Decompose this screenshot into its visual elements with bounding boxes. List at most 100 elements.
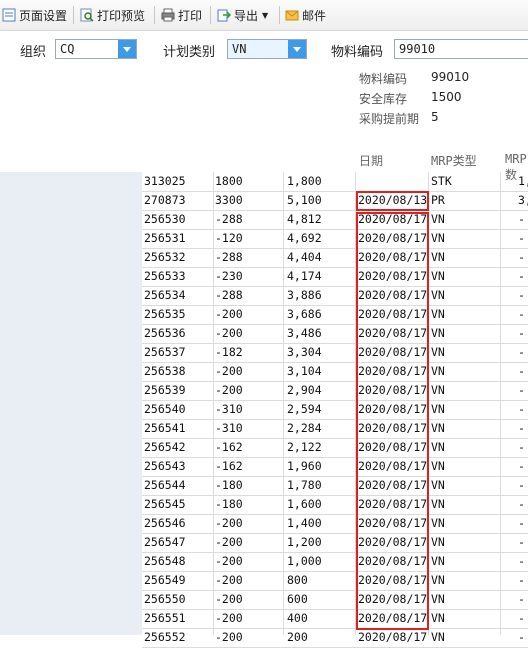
page-setup-label: 页面设置 <box>19 8 68 23</box>
mail-button[interactable]: 邮件 <box>285 7 326 23</box>
cell-id: 256539 <box>144 383 186 397</box>
chevron-down-icon: ▼ <box>262 10 269 20</box>
cell-mrp-qty: - <box>518 459 525 473</box>
cell-qty: -200 <box>215 630 243 644</box>
table-row[interactable]: 256530 -288 4,812 2020/08/17 VN - <box>142 210 528 230</box>
cell-id: 270873 <box>144 193 186 207</box>
cell-qty: -162 <box>215 440 243 454</box>
cell-balance: 1,400 <box>287 516 322 530</box>
cell-mrp-qty: - <box>518 212 525 226</box>
cell-balance: 1,960 <box>287 459 322 473</box>
cell-balance: 2,284 <box>287 421 322 435</box>
cell-qty: 3300 <box>215 193 243 207</box>
table-row[interactable]: 27087333005,1002020/08/13PR3, <box>142 191 528 211</box>
mail-icon <box>285 8 299 22</box>
table-row[interactable]: 256538 -200 3,104 2020/08/17 VN - <box>142 362 528 382</box>
cell-mrp-type: VN <box>431 440 445 454</box>
material-label: 物料编码 <box>331 45 384 60</box>
table-row[interactable]: 313025 1800 1,800 STK 1, <box>142 172 528 192</box>
cell-mrp-type: STK <box>431 174 452 188</box>
print-label: 打印 <box>178 8 203 23</box>
table-row[interactable]: 256537 -182 3,304 2020/08/17 VN - <box>142 343 528 363</box>
lead-time-value: 5 <box>431 110 439 124</box>
cell-balance: 3,886 <box>287 288 322 302</box>
table-row[interactable]: 256545 -180 1,600 2020/08/17 VN - <box>142 495 528 515</box>
table-row[interactable]: 256551 -200 400 2020/08/17 VN - <box>142 609 528 629</box>
cell-id: 256552 <box>144 630 186 644</box>
table-row[interactable]: 256548 -200 1,000 2020/08/17 VN - <box>142 552 528 572</box>
cell-qty: -200 <box>215 611 243 625</box>
cell-mrp-type: VN <box>431 497 445 511</box>
table-row[interactable]: 256549 -200 800 2020/08/17 VN - <box>142 571 528 591</box>
cell-balance: 600 <box>287 592 308 606</box>
cell-mrp-qty: - <box>518 269 525 283</box>
cell-qty: -310 <box>215 402 243 416</box>
print-button[interactable]: 打印 <box>161 7 202 23</box>
table-row[interactable]: 256550 -200 600 2020/08/17 VN - <box>142 590 528 610</box>
table-row[interactable]: 256546 -200 1,400 2020/08/17 VN - <box>142 514 528 534</box>
table-row[interactable]: 256544 -180 1,780 2020/08/17 VN - <box>142 476 528 496</box>
table-row[interactable]: 256535 -200 3,686 2020/08/17 VN - <box>142 305 528 325</box>
cell-qty: -120 <box>215 231 243 245</box>
cell-mrp-qty: 3, <box>518 193 528 207</box>
toolbar-divider <box>210 6 211 24</box>
table-row[interactable]: 256541 -310 2,284 2020/08/17 VN - <box>142 419 528 439</box>
chevron-down-icon[interactable] <box>288 40 306 58</box>
table-row[interactable]: 256531 -120 4,692 2020/08/17 VN - <box>142 229 528 249</box>
export-button[interactable]: 导出 ▼ <box>217 7 268 23</box>
cell-mrp-qty: - <box>518 402 525 416</box>
cell-id: 256533 <box>144 269 186 283</box>
cell-mrp-type: VN <box>431 307 445 321</box>
table-row[interactable]: 256533 -230 4,174 2020/08/17 VN - <box>142 267 528 287</box>
cell-qty: -162 <box>215 459 243 473</box>
cell-id: 256542 <box>144 440 186 454</box>
cell-mrp-type: VN <box>431 535 445 549</box>
table-row[interactable]: 256536 -200 3,486 2020/08/17 VN - <box>142 324 528 344</box>
table-row[interactable]: 256542 -162 2,122 2020/08/17 VN - <box>142 438 528 458</box>
cell-mrp-type: VN <box>431 326 445 340</box>
table-row[interactable]: 256534 -288 3,886 2020/08/17 VN - <box>142 286 528 306</box>
highlight-box-date-0813 <box>356 191 429 211</box>
cell-balance: 400 <box>287 611 308 625</box>
print-preview-button[interactable]: 打印预览 <box>80 7 145 23</box>
cell-date: 2020/08/17 <box>358 630 428 644</box>
cell-qty: -288 <box>215 212 243 226</box>
page-setup-button[interactable]: 页面设置 <box>2 7 67 23</box>
chevron-down-icon[interactable] <box>118 40 136 58</box>
material-input[interactable]: 99010 <box>394 39 528 59</box>
cell-mrp-type: VN <box>431 250 445 264</box>
table-row[interactable]: 256543 -162 1,960 2020/08/17 VN - <box>142 457 528 477</box>
cell-qty: -200 <box>215 535 243 549</box>
cell-qty: -200 <box>215 592 243 606</box>
filter-bar: 组织 CQ 计划类别 VN 物料编码 99010 <box>0 31 528 67</box>
plan-type-select[interactable]: VN <box>227 39 307 59</box>
table-row[interactable]: 256552 -200 200 2020/08/17 VN - <box>142 628 528 648</box>
table-row[interactable]: 256540 -310 2,594 2020/08/17 VN - <box>142 400 528 420</box>
lead-time-label: 采购提前期 <box>359 112 420 126</box>
cell-balance: 1,200 <box>287 535 322 549</box>
cell-mrp-type: VN <box>431 231 445 245</box>
cell-mrp-qty: - <box>518 326 525 340</box>
org-select[interactable]: CQ <box>55 39 137 59</box>
cell-qty: -182 <box>215 345 243 359</box>
table-row[interactable]: 256539 -200 2,904 2020/08/17 VN - <box>142 381 528 401</box>
cell-mrp-qty: - <box>518 383 525 397</box>
table-row[interactable]: 256547 -200 1,200 2020/08/17 VN - <box>142 533 528 553</box>
cell-balance: 2,904 <box>287 383 322 397</box>
cell-balance: 1,600 <box>287 497 322 511</box>
cell-qty: -200 <box>215 326 243 340</box>
cell-qty: -200 <box>215 573 243 587</box>
cell-mrp-qty: - <box>518 573 525 587</box>
cell-mrp-type: VN <box>431 402 445 416</box>
highlight-box-date-0817 <box>356 212 429 630</box>
cell-id: 256550 <box>144 592 186 606</box>
cell-qty: -200 <box>215 307 243 321</box>
org-value: CQ <box>60 42 75 56</box>
cell-balance: 4,812 <box>287 212 322 226</box>
cell-mrp-qty: - <box>518 250 525 264</box>
cell-mrp-type: VN <box>431 383 445 397</box>
cell-mrp-type: VN <box>431 592 445 606</box>
page-setup-icon <box>2 8 16 22</box>
column-header-date: 日期 <box>359 154 384 168</box>
table-row[interactable]: 256532 -288 4,404 2020/08/17 VN - <box>142 248 528 268</box>
